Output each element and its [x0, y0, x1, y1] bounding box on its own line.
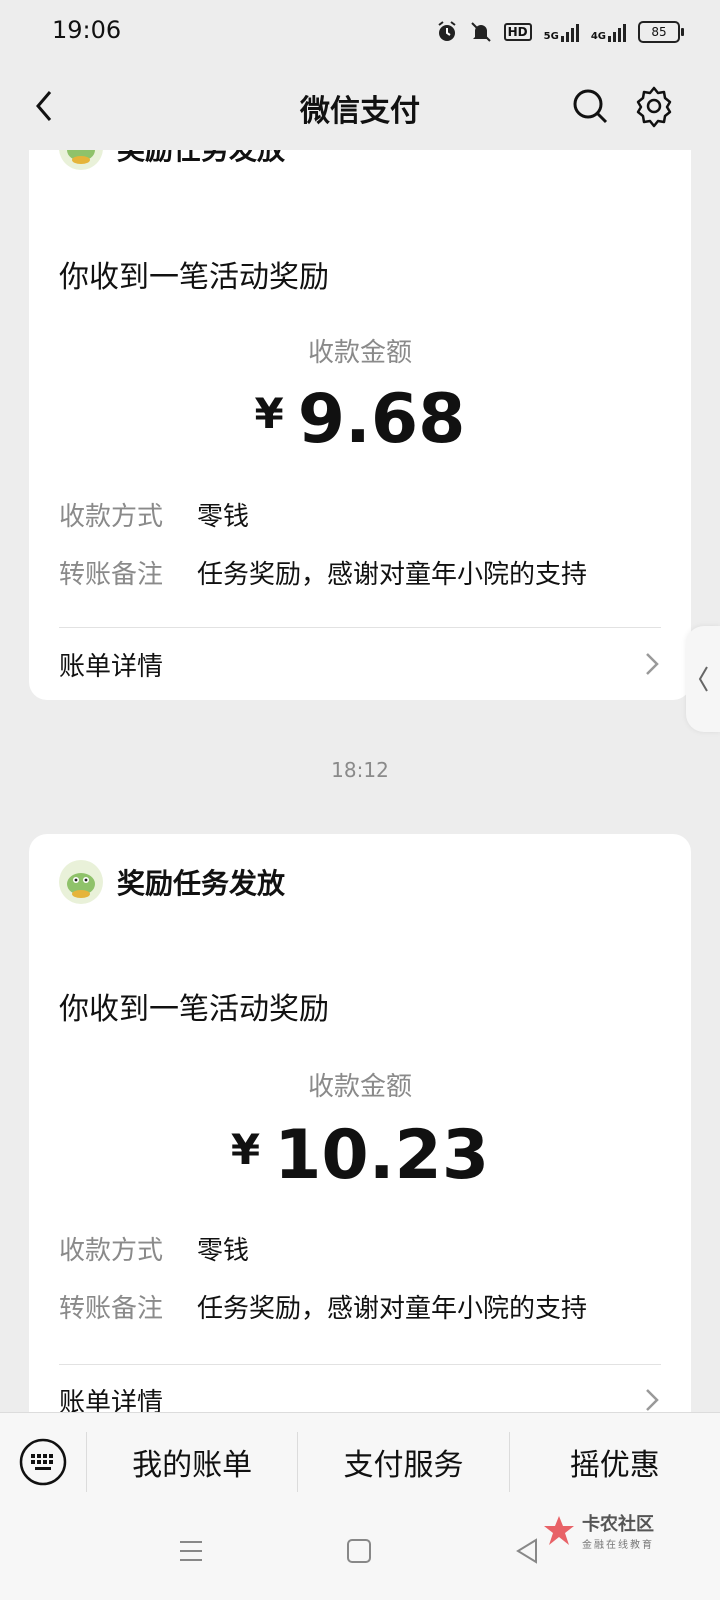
method-key: 收款方式 [59, 1236, 164, 1266]
recent-apps-button[interactable] [178, 1538, 204, 1568]
card-header: 奖励任务发放 [59, 150, 285, 170]
currency-symbol: ¥ [254, 389, 284, 438]
keyboard-icon [19, 1438, 67, 1486]
watermark-logo-icon [544, 1515, 574, 1545]
menu-lines-icon [180, 1541, 202, 1561]
amount-value: 10.23 [274, 1116, 490, 1195]
search-button[interactable] [570, 86, 610, 126]
signal-4g-icon: 4G [591, 22, 626, 42]
message-timestamp: 18:12 [331, 758, 389, 782]
signal-5g-icon: 5G [544, 22, 579, 42]
alarm-icon [436, 21, 458, 43]
settings-button[interactable] [632, 84, 676, 128]
system-back-button[interactable] [514, 1538, 540, 1568]
watermark: 卡农社区 金融在线教育 [542, 1510, 654, 1551]
battery-icon: 85 [638, 21, 684, 43]
payment-method-row: 收款方式 零钱 [59, 496, 249, 533]
note-key: 转账备注 [59, 1294, 164, 1324]
status-icons: HD 5G 4G 85 [436, 16, 684, 48]
watermark-subtitle: 金融在线教育 [582, 1540, 654, 1551]
payment-card: 奖励任务发放 你收到一笔活动奖励 收款金额 ¥9.68 收款方式 零钱 转账备注… [29, 150, 691, 700]
chevron-right-icon [646, 1389, 659, 1411]
avatar [59, 150, 103, 170]
bill-detail-link[interactable]: 账单详情 [59, 634, 661, 694]
bill-detail-label: 账单详情 [59, 651, 164, 682]
avatar [59, 860, 103, 904]
amount: ¥10.23 [29, 1116, 691, 1195]
transfer-note-row: 转账备注 任务奖励，感谢对童年小院的支持 [59, 554, 587, 591]
method-value: 零钱 [197, 1236, 250, 1266]
card-header: 奖励任务发放 [59, 860, 285, 904]
nav-bar: 微信支付 [0, 64, 720, 150]
menu-item-my-bills[interactable]: 我的账单 [86, 1432, 297, 1492]
watermark-text: 卡农社区 金融在线教育 [582, 1510, 654, 1551]
keyboard-toggle-button[interactable] [0, 1413, 86, 1511]
status-bar: 19:06 HD 5G 4G 85 [0, 0, 720, 64]
hd-icon: HD [503, 23, 532, 41]
page-title: 微信支付 [300, 94, 420, 129]
mute-icon [470, 21, 492, 43]
amount-label: 收款金额 [307, 1072, 412, 1102]
chevron-right-icon [646, 653, 659, 675]
payment-card: 奖励任务发放 你收到一笔活动奖励 收款金额 ¥10.23 收款方式 零钱 转账备… [29, 834, 691, 1412]
amount-value: 9.68 [297, 380, 466, 459]
message-list[interactable]: 奖励任务发放 你收到一笔活动奖励 收款金额 ¥9.68 收款方式 零钱 转账备注… [0, 150, 720, 1412]
payment-method-row: 收款方式 零钱 [59, 1230, 249, 1267]
bill-detail-label: 账单详情 [59, 1387, 164, 1413]
sender-name: 奖励任务发放 [117, 867, 286, 900]
network-5g-label: 5G [543, 31, 559, 42]
home-button[interactable] [346, 1538, 372, 1568]
menu-item-payment-services[interactable]: 支付服务 [297, 1432, 508, 1492]
bottom-menu: 我的账单 支付服务 摇优惠 [0, 1412, 720, 1511]
amount-label: 收款金额 [307, 338, 412, 368]
note-key: 转账备注 [59, 560, 164, 590]
triangle-back-icon [516, 1538, 537, 1564]
amount: ¥9.68 [29, 380, 691, 459]
square-icon [347, 1539, 371, 1563]
method-value: 零钱 [197, 502, 250, 532]
battery-level: 85 [651, 25, 667, 39]
side-drawer-handle[interactable] [686, 626, 720, 732]
method-key: 收款方式 [59, 502, 164, 532]
transfer-note-row: 转账备注 任务奖励，感谢对童年小院的支持 [59, 1288, 587, 1325]
note-value: 任务奖励，感谢对童年小院的支持 [197, 1294, 588, 1324]
search-icon [573, 89, 608, 124]
card-headline: 你收到一笔活动奖励 [59, 260, 329, 295]
gear-icon [636, 86, 672, 128]
currency-symbol: ¥ [230, 1125, 261, 1174]
note-value: 任务奖励，感谢对童年小院的支持 [197, 560, 588, 590]
bill-detail-link[interactable]: 账单详情 [59, 1370, 661, 1412]
card-headline: 你收到一笔活动奖励 [59, 992, 329, 1027]
divider [59, 1364, 661, 1365]
network-4g-label: 4G [590, 31, 606, 42]
status-time: 19:06 [52, 16, 122, 44]
watermark-title: 卡农社区 [582, 1514, 654, 1535]
chevron-left-icon [698, 666, 708, 692]
menu-item-shake-offers[interactable]: 摇优惠 [508, 1432, 720, 1492]
divider [59, 627, 661, 628]
sender-name: 奖励任务发放 [117, 150, 285, 168]
